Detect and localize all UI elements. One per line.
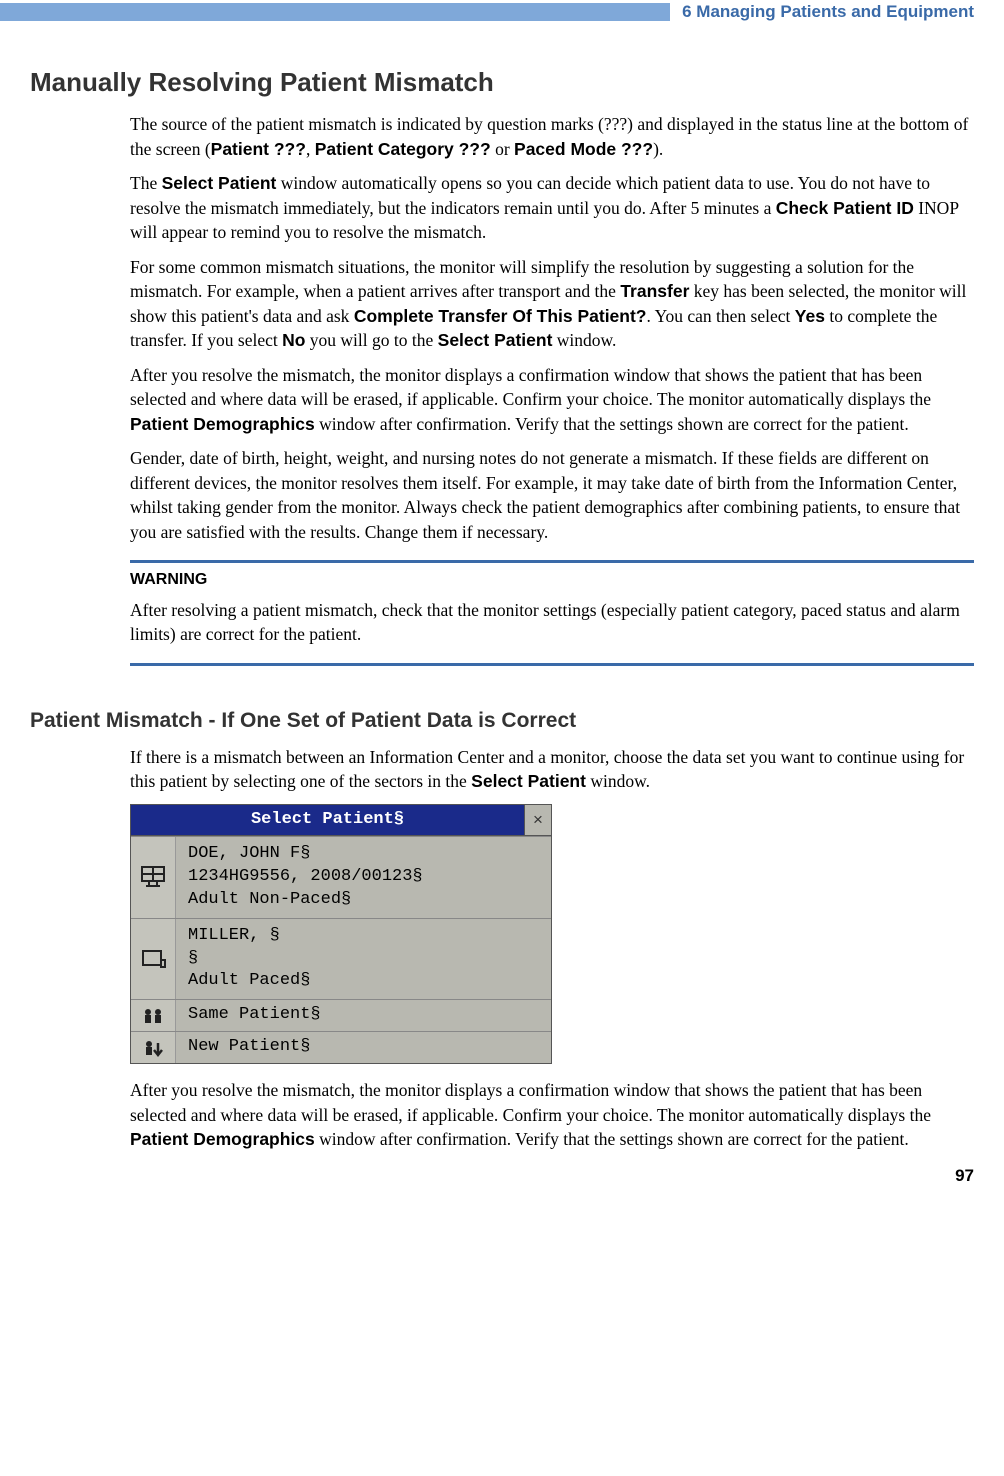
ui-term: Select Patient — [471, 771, 586, 791]
patient-id: 1234HG9556, 2008/00123§ — [188, 866, 539, 889]
paragraph: After you resolve the mismatch, the moni… — [130, 363, 974, 437]
same-patient-option[interactable]: Same Patient§ — [131, 999, 551, 1031]
ui-term: Complete Transfer Of This Patient? — [354, 306, 647, 326]
ui-term: No — [282, 330, 305, 350]
ui-term: Patient ??? — [211, 139, 306, 159]
ui-term: Patient Demographics — [130, 1129, 315, 1149]
warning-text: After resolving a patient mismatch, chec… — [130, 598, 974, 647]
patient-category: Adult Non-Paced§ — [188, 889, 539, 912]
bedside-icon — [131, 919, 176, 1000]
page-number: 97 — [955, 1164, 974, 1188]
ui-term: Patient Demographics — [130, 414, 315, 434]
paragraph: The Select Patient window automatically … — [130, 171, 974, 245]
select-patient-dialog: Select Patient§ × DOE, JOHN F§ 1234HG955… — [130, 804, 552, 1064]
paragraph: For some common mismatch situations, the… — [130, 255, 974, 353]
option-label: Same Patient§ — [176, 1000, 551, 1031]
patient-option-content: DOE, JOHN F§ 1234HG9556, 2008/00123§ Adu… — [176, 837, 551, 918]
chapter-title: 6 Managing Patients and Equipment — [670, 0, 974, 24]
dialog-titlebar: Select Patient§ × — [131, 805, 551, 836]
ui-term: Patient Category ??? — [315, 139, 491, 159]
section-heading-manual-resolve: Manually Resolving Patient Mismatch — [30, 64, 974, 100]
patient-option-bedside[interactable]: MILLER, § § Adult Paced§ — [131, 918, 551, 1000]
patient-id: § — [188, 948, 539, 971]
paragraph: After you resolve the mismatch, the moni… — [130, 1078, 974, 1152]
patient-name: DOE, JOHN F§ — [188, 843, 539, 866]
paragraph: The source of the patient mismatch is in… — [130, 112, 974, 161]
warning-rule-bottom — [130, 663, 974, 666]
paragraph: Gender, date of birth, height, weight, a… — [130, 446, 974, 544]
patient-option-content: MILLER, § § Adult Paced§ — [176, 919, 551, 1000]
ui-term: Check Patient ID — [776, 198, 914, 218]
text: After you resolve the mismatch, the moni… — [130, 1080, 931, 1125]
page-header: 6 Managing Patients and Equipment — [0, 0, 1004, 24]
text: you will go to the — [305, 330, 437, 350]
ui-term: Select Patient — [438, 330, 553, 350]
text: . You can then select — [647, 306, 795, 326]
text: window after confirmation. Verify that t… — [315, 1129, 909, 1149]
monitor-icon — [131, 837, 176, 918]
text: After you resolve the mismatch, the moni… — [130, 365, 931, 410]
ui-term: Yes — [795, 306, 825, 326]
patient-category: Adult Paced§ — [188, 970, 539, 993]
ui-term: Select Patient — [162, 173, 277, 193]
text: window. — [586, 771, 650, 791]
ui-term: Transfer — [620, 281, 689, 301]
text: or — [491, 139, 514, 159]
warning-label: WARNING — [130, 569, 974, 591]
option-label: New Patient§ — [176, 1032, 551, 1063]
header-rule — [0, 3, 670, 21]
new-patient-option[interactable]: New Patient§ — [131, 1031, 551, 1063]
same-patient-icon — [131, 1000, 176, 1031]
paragraph: If there is a mismatch between an Inform… — [130, 745, 974, 794]
new-patient-icon — [131, 1032, 176, 1063]
text: The — [130, 173, 162, 193]
close-button[interactable]: × — [524, 805, 551, 835]
dialog-title: Select Patient§ — [131, 805, 524, 835]
text: ). — [653, 139, 663, 159]
text: window. — [552, 330, 616, 350]
ui-term: Paced Mode ??? — [514, 139, 653, 159]
patient-name: MILLER, § — [188, 925, 539, 948]
patient-option-monitor[interactable]: DOE, JOHN F§ 1234HG9556, 2008/00123§ Adu… — [131, 836, 551, 918]
text: , — [306, 139, 315, 159]
warning-rule-top — [130, 560, 974, 563]
section-heading-one-set: Patient Mismatch - If One Set of Patient… — [30, 706, 974, 735]
text: window after confirmation. Verify that t… — [315, 414, 909, 434]
